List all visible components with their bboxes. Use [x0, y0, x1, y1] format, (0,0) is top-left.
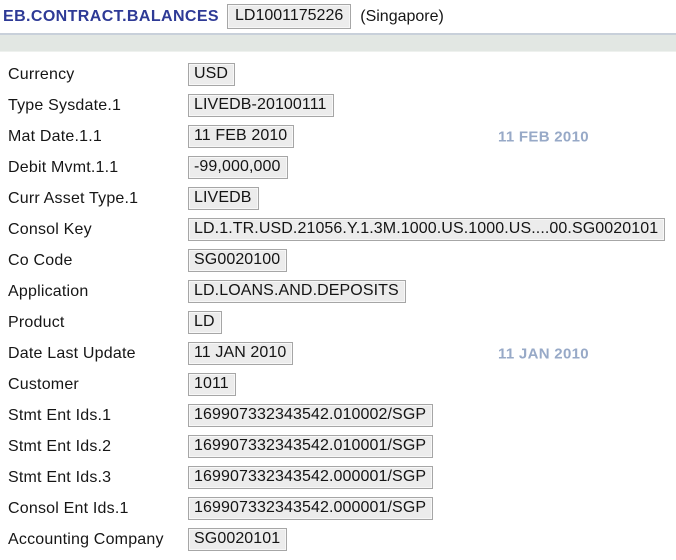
aux-date: 11 FEB 2010: [498, 128, 589, 145]
field-label: Consol Key: [8, 221, 188, 239]
field-label: Accounting Company: [8, 531, 188, 549]
fields-list: Currency USD Type Sysdate.1 LIVEDB-20100…: [0, 52, 676, 555]
field-row: Debit Mvmt.1.1 -99,000,000: [8, 152, 676, 183]
field-label: Stmt Ent Ids.3: [8, 469, 188, 487]
field-value-box: 169907332343542.010002/SGP: [188, 404, 433, 427]
field-label: Type Sysdate.1: [8, 97, 188, 115]
field-row: Customer 1011: [8, 369, 676, 400]
field-row: Stmt Ent Ids.1 169907332343542.010002/SG…: [8, 400, 676, 431]
field-row: Consol Ent Ids.1 169907332343542.000001/…: [8, 493, 676, 524]
field-label: Co Code: [8, 252, 188, 270]
field-value-box: -99,000,000: [188, 156, 288, 179]
field-value-box: LD.LOANS.AND.DEPOSITS: [188, 280, 406, 303]
header-divider-bar: [0, 33, 676, 52]
field-value-box: SG0020101: [188, 528, 287, 551]
field-value-box: SG0020100: [188, 249, 287, 272]
field-value-box: 169907332343542.010001/SGP: [188, 435, 433, 458]
field-row: Product LD: [8, 307, 676, 338]
field-row: Currency USD: [8, 59, 676, 90]
field-value-box: LIVEDB: [188, 187, 259, 210]
field-row: Mat Date.1.1 11 FEB 2010 11 FEB 2010: [8, 121, 676, 152]
field-value-box: 169907332343542.000001/SGP: [188, 497, 433, 520]
field-label: Curr Asset Type.1: [8, 190, 188, 208]
field-label: Stmt Ent Ids.1: [8, 407, 188, 425]
aux-date: 11 JAN 2010: [498, 345, 589, 362]
field-row: Type Sysdate.1 LIVEDB-20100111: [8, 90, 676, 121]
field-value-box: LD: [188, 311, 222, 334]
field-label: Debit Mvmt.1.1: [8, 159, 188, 177]
field-label: Mat Date.1.1: [8, 128, 188, 146]
field-label: Application: [8, 283, 188, 301]
field-label: Stmt Ent Ids.2: [8, 438, 188, 456]
field-label: Consol Ent Ids.1: [8, 500, 188, 518]
field-value-box: USD: [188, 63, 235, 86]
field-row: Stmt Ent Ids.3 169907332343542.000001/SG…: [8, 462, 676, 493]
field-row: Curr Asset Type.1 LIVEDB: [8, 183, 676, 214]
field-value-box: 11 JAN 2010: [188, 342, 293, 365]
field-value-box: 11 FEB 2010: [188, 125, 294, 148]
field-label: Date Last Update: [8, 345, 188, 363]
record-header: EB.CONTRACT.BALANCES LD1001175226 (Singa…: [0, 0, 676, 33]
field-label: Currency: [8, 66, 188, 84]
field-row: Co Code SG0020100: [8, 245, 676, 276]
field-label: Customer: [8, 376, 188, 394]
field-value-box: LD.1.TR.USD.21056.Y.1.3M.1000.US.1000.US…: [188, 218, 665, 241]
field-row: Consol Key LD.1.TR.USD.21056.Y.1.3M.1000…: [8, 214, 676, 245]
field-row: Stmt Ent Ids.2 169907332343542.010001/SG…: [8, 431, 676, 462]
field-value-box: LIVEDB-20100111: [188, 94, 334, 117]
app-title: EB.CONTRACT.BALANCES: [3, 8, 219, 26]
field-row: Application LD.LOANS.AND.DEPOSITS: [8, 276, 676, 307]
field-label: Product: [8, 314, 188, 332]
field-row: Date Last Update 11 JAN 2010 11 JAN 2010: [8, 338, 676, 369]
field-value-box: 169907332343542.000001/SGP: [188, 466, 433, 489]
field-row: Accounting Company SG0020101: [8, 524, 676, 555]
region-label: (Singapore): [360, 8, 444, 26]
field-value-box: 1011: [188, 373, 236, 396]
record-id-field[interactable]: LD1001175226: [227, 4, 351, 29]
